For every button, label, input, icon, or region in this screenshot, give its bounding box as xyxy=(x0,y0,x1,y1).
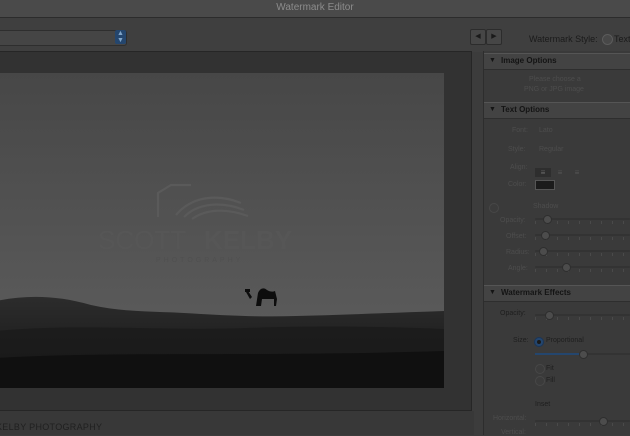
size-label: Size: xyxy=(513,337,529,344)
image-options-header[interactable]: ▼ Image Options xyxy=(484,53,630,70)
size-slider-fill xyxy=(535,353,583,355)
watermark-brand-light: SCOTT xyxy=(98,225,186,255)
watermark-brand-bold: KELBY xyxy=(204,225,292,255)
image-message-line1: Please choose a xyxy=(529,76,581,83)
align-left-icon[interactable]: ≡ xyxy=(535,168,551,177)
shadow-offset-label: Offset: xyxy=(506,233,527,240)
photo-label: KELBY PHOTOGRAPHY xyxy=(0,422,103,432)
shadow-radius-label: Radius: xyxy=(506,249,530,256)
shadow-opacity-slider[interactable] xyxy=(535,215,630,224)
image-options-title: Image Options xyxy=(501,56,557,65)
shadow-angle-slider[interactable] xyxy=(535,263,630,272)
size-option-proportional[interactable]: Proportional xyxy=(546,337,584,344)
slider-knob[interactable] xyxy=(541,231,550,240)
next-image-button[interactable]: ▶ xyxy=(486,29,502,45)
title-bar: Watermark Editor xyxy=(0,0,630,18)
shadow-label: Shadow xyxy=(533,203,559,210)
text-options-header[interactable]: ▼ Text Options xyxy=(484,102,630,119)
watermark-effects-header[interactable]: ▼ Watermark Effects xyxy=(484,285,630,302)
size-proportional-radio[interactable] xyxy=(534,337,544,347)
size-fill-radio[interactable] xyxy=(535,376,545,386)
text-options-title: Text Options xyxy=(501,105,550,114)
slider-knob[interactable] xyxy=(599,417,608,426)
size-option-fill[interactable]: Fill xyxy=(546,377,555,384)
inset-horizontal-label: Horizontal: xyxy=(493,415,527,422)
align-control[interactable]: ≡ ≡ ≡ xyxy=(535,162,587,177)
disclosure-triangle-icon: ▼ xyxy=(489,57,496,64)
style-text-label[interactable]: Text xyxy=(614,34,630,44)
triangle-left-icon: ◀ xyxy=(475,33,481,40)
shadow-angle-label: Angle: xyxy=(508,265,528,272)
window-title: Watermark Editor xyxy=(276,2,354,13)
options-panel: ▼ Image Options Please choose a PNG or J… xyxy=(483,51,630,436)
shadow-offset-slider[interactable] xyxy=(535,231,630,240)
style-label: Style: xyxy=(508,146,526,153)
style-value[interactable]: Regular xyxy=(539,146,564,153)
text-color-well[interactable] xyxy=(535,180,555,190)
triangle-right-icon: ▶ xyxy=(491,33,497,40)
size-slider[interactable] xyxy=(535,350,630,359)
watermark-logo: SCOTT KELBY PHOTOGRAPHY xyxy=(98,183,292,264)
inset-label: Inset xyxy=(535,401,551,408)
shadow-opacity-label: Opacity: xyxy=(500,217,526,224)
slider-knob[interactable] xyxy=(562,263,571,272)
previous-image-button[interactable]: ◀ xyxy=(470,29,486,45)
font-label: Font: xyxy=(512,127,528,134)
align-label: Align: xyxy=(510,164,528,171)
font-value[interactable]: Lato xyxy=(539,127,553,134)
effects-opacity-slider[interactable] xyxy=(535,311,630,320)
slider-knob[interactable] xyxy=(543,215,552,224)
disclosure-triangle-icon: ▼ xyxy=(489,289,496,296)
slider-knob[interactable] xyxy=(539,247,548,256)
inset-horizontal-slider[interactable] xyxy=(535,417,630,426)
align-center-icon[interactable]: ≡ xyxy=(552,168,568,177)
watermark-tagline: PHOTOGRAPHY xyxy=(156,257,243,264)
size-fit-radio[interactable] xyxy=(535,364,545,374)
watermark-effects-title: Watermark Effects xyxy=(501,288,571,297)
preset-select[interactable]: ▲ ▼ xyxy=(0,30,127,46)
size-option-fit[interactable]: Fit xyxy=(546,365,554,372)
effects-opacity-label: Opacity: xyxy=(500,310,526,317)
disclosure-triangle-icon: ▼ xyxy=(489,106,496,113)
style-text-radio[interactable] xyxy=(602,34,613,45)
slider-knob[interactable] xyxy=(545,311,554,320)
image-message-line2: PNG or JPG image xyxy=(524,86,584,93)
shadow-radius-slider[interactable] xyxy=(535,247,630,256)
slider-knob[interactable] xyxy=(578,350,588,359)
watermark-style-label: Watermark Style: xyxy=(529,34,598,44)
color-label: Color: xyxy=(508,181,527,188)
shadow-checkbox[interactable] xyxy=(489,203,499,213)
align-right-icon[interactable]: ≡ xyxy=(569,168,585,177)
chevron-updown-icon: ▲ ▼ xyxy=(115,30,126,44)
toolbar: ▲ ▼ ◀ ▶ Watermark Style: Text xyxy=(0,18,630,52)
